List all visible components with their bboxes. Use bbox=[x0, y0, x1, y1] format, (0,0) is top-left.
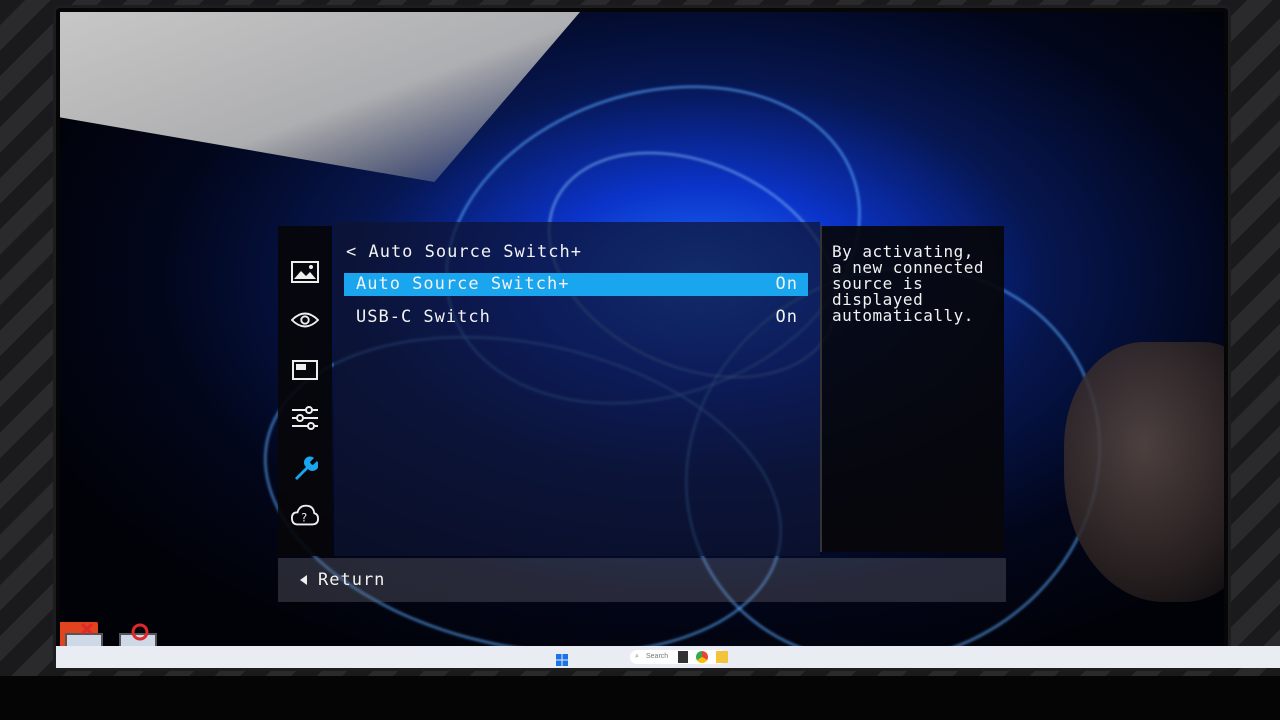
osd-help-panel: By activating, a new connected source is… bbox=[820, 226, 1004, 552]
usb-c-switch-row[interactable]: USB-C Switch On bbox=[344, 306, 808, 329]
display-disconnect-icon[interactable] bbox=[62, 622, 110, 648]
osd-breadcrumb[interactable]: < Auto Source Switch+ bbox=[346, 242, 582, 262]
help-description: By activating, a new connected source is… bbox=[832, 242, 984, 325]
left-triangle-icon bbox=[300, 575, 307, 585]
app-icon[interactable] bbox=[678, 651, 688, 663]
auto-source-switch-row[interactable]: Auto Source Switch+ On bbox=[344, 273, 808, 296]
hand-reflection bbox=[1064, 342, 1224, 602]
row-value: On bbox=[775, 307, 798, 327]
return-label: Return bbox=[318, 570, 386, 590]
windows-taskbar: ⌕ Search bbox=[56, 646, 1280, 668]
sliders-icon[interactable] bbox=[291, 404, 319, 432]
search-placeholder: Search bbox=[646, 653, 669, 660]
row-value: On bbox=[775, 274, 798, 294]
row-label: Auto Source Switch+ bbox=[356, 274, 570, 294]
start-icon[interactable] bbox=[556, 651, 568, 666]
picture-icon[interactable] bbox=[291, 258, 319, 286]
display-refresh-icon[interactable] bbox=[116, 622, 164, 648]
monitor-base bbox=[0, 676, 1280, 720]
screen-icon[interactable] bbox=[291, 356, 319, 384]
osd-bottom-bar: Return bbox=[278, 558, 1006, 602]
monitor-osd-menu: ? < Auto Source Switch+ Auto Source Swit… bbox=[278, 222, 1006, 602]
row-label: USB-C Switch bbox=[356, 307, 491, 327]
search-icon: ⌕ bbox=[635, 653, 639, 660]
osd-category-rail: ? bbox=[278, 226, 332, 556]
svg-text:?: ? bbox=[301, 512, 307, 525]
wrench-icon[interactable] bbox=[291, 454, 319, 482]
return-button[interactable]: Return bbox=[300, 570, 385, 590]
eye-icon[interactable] bbox=[291, 306, 319, 334]
screen-glare bbox=[60, 12, 580, 182]
help-icon[interactable]: ? bbox=[291, 502, 319, 530]
chrome-icon[interactable] bbox=[696, 651, 708, 663]
osd-settings-panel: < Auto Source Switch+ Auto Source Switch… bbox=[334, 222, 820, 556]
folder-icon[interactable] bbox=[716, 651, 728, 663]
